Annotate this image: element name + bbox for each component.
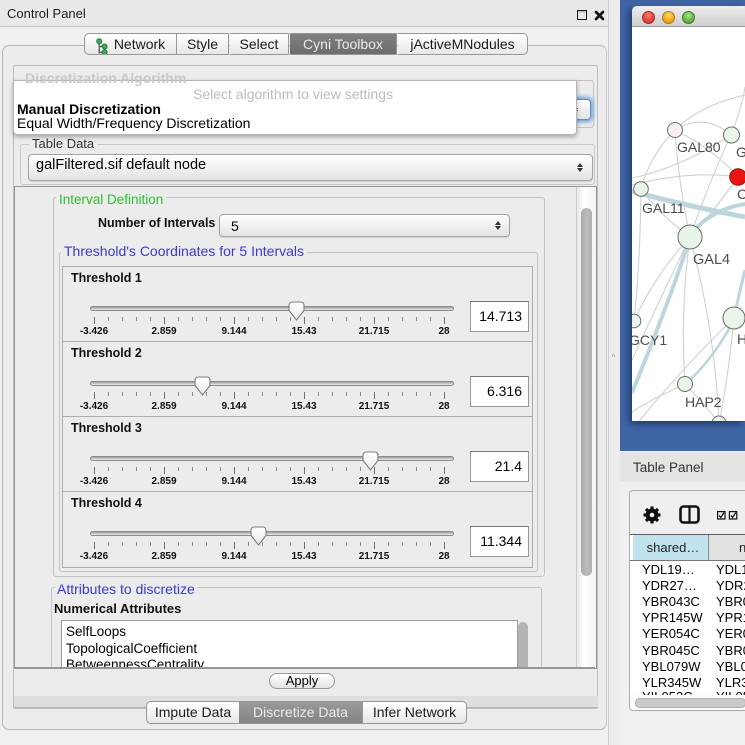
svg-text:GA: GA [736, 144, 745, 160]
svg-text:HAP2: HAP2 [685, 394, 722, 410]
svg-text:GAL4: GAL4 [693, 252, 730, 268]
svg-text:HI: HI [737, 331, 745, 347]
svg-text:GAL80: GAL80 [677, 139, 721, 155]
svg-text:GAL11: GAL11 [642, 200, 685, 216]
svg-text:GCY1: GCY1 [632, 332, 667, 348]
svg-text:C: C [737, 186, 745, 202]
